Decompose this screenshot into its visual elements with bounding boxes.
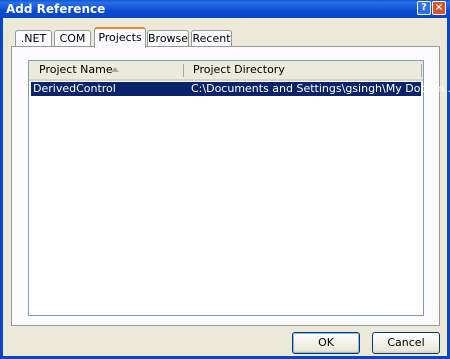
title-bar[interactable]: Add Reference ? × [0,0,450,18]
column-divider[interactable] [421,64,422,77]
list-item[interactable]: DerivedControl C:\Documents and Settings… [31,82,450,96]
column-divider[interactable] [183,64,184,77]
project-directory-cell: C:\Documents and Settings\gsingh\My Docu… [191,82,450,95]
tab-projects[interactable]: Projects [94,27,146,48]
tab-com[interactable]: COM [54,30,91,47]
tab-recent[interactable]: Recent [191,30,232,47]
list-header: Project Name Project Directory [29,61,423,81]
projects-list[interactable]: Project Name Project Directory DerivedCo… [28,60,450,316]
tab-dotnet[interactable]: .NET [15,30,52,47]
help-button[interactable]: ? [417,1,431,15]
project-name-cell: DerivedControl [33,82,116,95]
column-header-project-name[interactable]: Project Name [39,61,113,79]
tab-browse[interactable]: Browse [147,30,189,47]
ok-button[interactable]: OK [292,332,360,354]
cancel-button[interactable]: Cancel [372,332,440,354]
dialog-title: Add Reference [6,2,106,16]
column-header-project-directory[interactable]: Project Directory [193,61,285,79]
add-reference-dialog: Add Reference ? × .NET COM Projects Brow… [0,0,450,359]
sort-ascending-icon [111,67,119,72]
close-button[interactable]: × [432,1,446,15]
